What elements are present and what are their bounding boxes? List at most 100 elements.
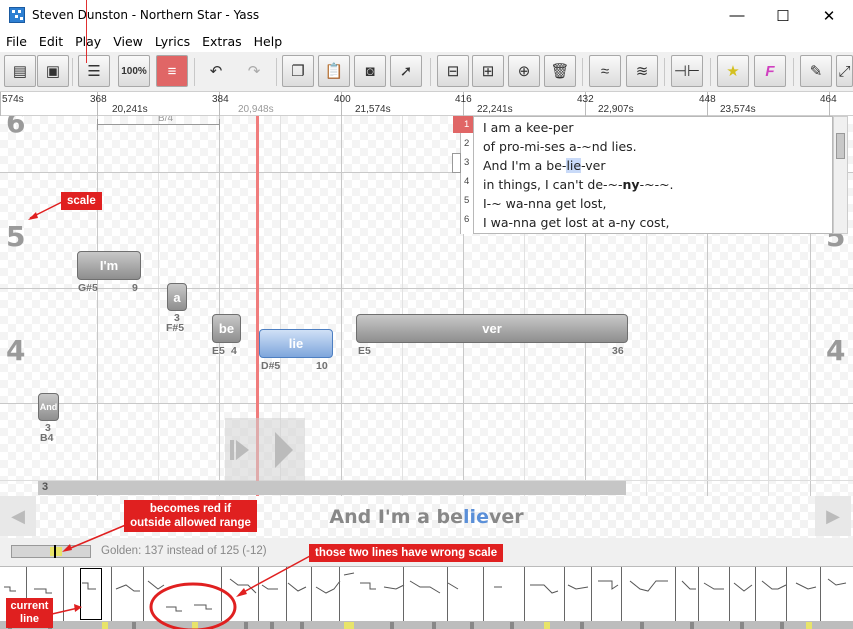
pagebreak-icon[interactable]: ⊣⊢ bbox=[671, 55, 703, 87]
delete-icon[interactable]: 🗑 bbox=[544, 55, 576, 87]
menu-bar: File Edit Play View Lyrics Extras Help bbox=[0, 31, 853, 52]
golden-marker bbox=[544, 622, 550, 629]
golden-marker bbox=[806, 622, 812, 629]
notebook-icon[interactable]: ▤ bbox=[4, 55, 36, 87]
toolbar: ▤ ▣ ☰ 100% ≡ ↶ ↷ ❐ 📋 ◙ ➚ ⊟ ⊞ ⊕ 🗑 ≈ ≋ ⊣⊢ … bbox=[0, 52, 853, 92]
fullscreen-icon[interactable]: ⤢ bbox=[836, 55, 853, 87]
lyric-line-1[interactable]: I am a kee-per bbox=[483, 120, 574, 135]
ruler-beat: 400 bbox=[334, 94, 351, 105]
redo-icon[interactable]: ↷ bbox=[238, 55, 270, 87]
ruler-beat: 464 bbox=[820, 94, 837, 105]
line-bar[interactable]: 3 bbox=[38, 481, 626, 495]
note-and[interactable]: And bbox=[38, 393, 59, 421]
menu-play[interactable]: Play bbox=[69, 31, 107, 52]
annotation-ellipse bbox=[149, 582, 237, 629]
lyrics-scrollbar[interactable] bbox=[833, 116, 848, 234]
note-pitch: F#5 bbox=[166, 322, 185, 334]
note-be[interactable]: be bbox=[212, 314, 241, 343]
note-length: 10 bbox=[316, 360, 328, 372]
golden-marker bbox=[344, 622, 354, 629]
lyric-current-syllable: lie bbox=[566, 158, 582, 173]
annotation-arrow bbox=[51, 604, 82, 615]
note-length: 9 bbox=[132, 282, 138, 294]
menu-edit[interactable]: Edit bbox=[33, 31, 69, 52]
save-icon[interactable]: ▣ bbox=[37, 55, 69, 87]
octave-label-right: 4 bbox=[826, 334, 846, 367]
menu-view[interactable]: View bbox=[107, 31, 149, 52]
menu-file[interactable]: File bbox=[0, 31, 33, 52]
note-pitch: G#5 bbox=[78, 282, 98, 294]
overview-cursor bbox=[86, 0, 87, 63]
octave-label: 4 bbox=[6, 334, 26, 367]
edit-icon[interactable]: ✎ bbox=[800, 55, 832, 87]
note-lie-selected[interactable]: lie bbox=[259, 329, 333, 358]
play-icon bbox=[230, 432, 293, 468]
undo-icon[interactable]: ↶ bbox=[200, 55, 232, 87]
golden-marker bbox=[102, 622, 108, 629]
lyric-line-4[interactable]: in things, I can't de-~-ny-~-~. bbox=[483, 177, 674, 192]
ruler-time: 20,241s bbox=[112, 104, 148, 115]
annotation-current-line: current line bbox=[6, 598, 53, 628]
lyric-line-3[interactable]: And I'm a be-lie-ver bbox=[483, 158, 605, 173]
annotation-arrow bbox=[62, 523, 129, 552]
lyric-line-6[interactable]: I wa-nna get lost at a-ny cost, bbox=[483, 215, 669, 230]
zoom-icon[interactable]: 100% bbox=[118, 55, 150, 87]
select-icon[interactable]: ➚ bbox=[390, 55, 422, 87]
freestyle-f-icon[interactable]: F bbox=[754, 55, 786, 87]
maximize-button[interactable]: ☐ bbox=[760, 0, 806, 31]
copy-icon[interactable]: ❐ bbox=[282, 55, 314, 87]
rap-icon[interactable]: ≈ bbox=[589, 55, 621, 87]
overview-footer bbox=[0, 621, 853, 629]
bracket-label: B/4 bbox=[158, 116, 174, 124]
join-icon[interactable]: ⊞ bbox=[472, 55, 504, 87]
annotation-scale: scale bbox=[61, 192, 102, 210]
note-pitch: D#5 bbox=[261, 360, 281, 372]
golden-toggle-icon[interactable]: ≡ bbox=[156, 55, 188, 87]
lyric-line-5[interactable]: I-~ wa-nna get lost, bbox=[483, 196, 607, 211]
split-icon[interactable]: ⊟ bbox=[437, 55, 469, 87]
annotation-becomes-red: becomes red if outside allowed range bbox=[124, 500, 257, 532]
add-note-icon[interactable]: ⊕ bbox=[508, 55, 540, 87]
window-title: Steven Dunston - Northern Star - Yass bbox=[32, 8, 260, 22]
lyric-line-numbers: 1 2 3 4 5 6 bbox=[452, 116, 475, 234]
note-im[interactable]: I'm bbox=[77, 251, 141, 280]
app-icon bbox=[9, 7, 25, 23]
note-pitch: E5 bbox=[358, 345, 371, 357]
note-sheet[interactable]: 6 5 4 5 4 B/4 I'm G#5 9 a 3 F#5 be E5 4 … bbox=[0, 116, 853, 496]
menu-extras[interactable]: Extras bbox=[196, 31, 248, 52]
ruler-beat: 574s bbox=[2, 94, 24, 105]
bracket-line bbox=[97, 124, 219, 125]
annotation-arrow bbox=[28, 201, 63, 220]
song-overview[interactable] bbox=[0, 566, 853, 629]
note-ver[interactable]: ver bbox=[356, 314, 628, 343]
ruler-beat: 448 bbox=[699, 94, 716, 105]
note-length: 4 bbox=[231, 345, 237, 357]
minimize-button[interactable]: — bbox=[714, 0, 760, 31]
play-overlay[interactable] bbox=[225, 418, 305, 482]
annotation-wrong-scale: those two lines have wrong scale bbox=[309, 544, 504, 562]
menu-lyrics[interactable]: Lyrics bbox=[149, 31, 196, 52]
ruler-time: 22,907s bbox=[598, 104, 634, 115]
ruler-beat: 368 bbox=[90, 94, 107, 105]
lyrics-editor[interactable]: I am a kee-per of pro-mi-ses a-~nd lies.… bbox=[473, 116, 833, 234]
golden-icon[interactable]: ★ bbox=[717, 55, 749, 87]
title-bar: Steven Dunston - Northern Star - Yass — … bbox=[0, 0, 853, 31]
close-button[interactable]: ✕ bbox=[806, 0, 852, 31]
freestyle-icon[interactable]: ≋ bbox=[626, 55, 658, 87]
time-ruler[interactable]: 574s 368 384 400 416 432 448 464 20,241s… bbox=[0, 92, 853, 116]
octave-label: 6 bbox=[6, 116, 26, 139]
note-length: 36 bbox=[612, 345, 624, 357]
ruler-beat: 384 bbox=[212, 94, 229, 105]
note-pitch: B4 bbox=[40, 432, 54, 444]
paste-icon[interactable]: 📋 bbox=[318, 55, 350, 87]
ruler-time: 22,241s bbox=[477, 104, 513, 115]
camera-icon[interactable]: ◙ bbox=[354, 55, 386, 87]
list-icon[interactable]: ☰ bbox=[78, 55, 110, 87]
ruler-time: 20,948s bbox=[238, 104, 274, 115]
note-pitch: E5 bbox=[212, 345, 225, 357]
octave-label: 5 bbox=[6, 220, 26, 253]
note-a[interactable]: a bbox=[167, 283, 187, 311]
lyric-line-2[interactable]: of pro-mi-ses a-~nd lies. bbox=[483, 139, 637, 154]
ruler-beat: 432 bbox=[577, 94, 594, 105]
menu-help[interactable]: Help bbox=[248, 31, 289, 52]
